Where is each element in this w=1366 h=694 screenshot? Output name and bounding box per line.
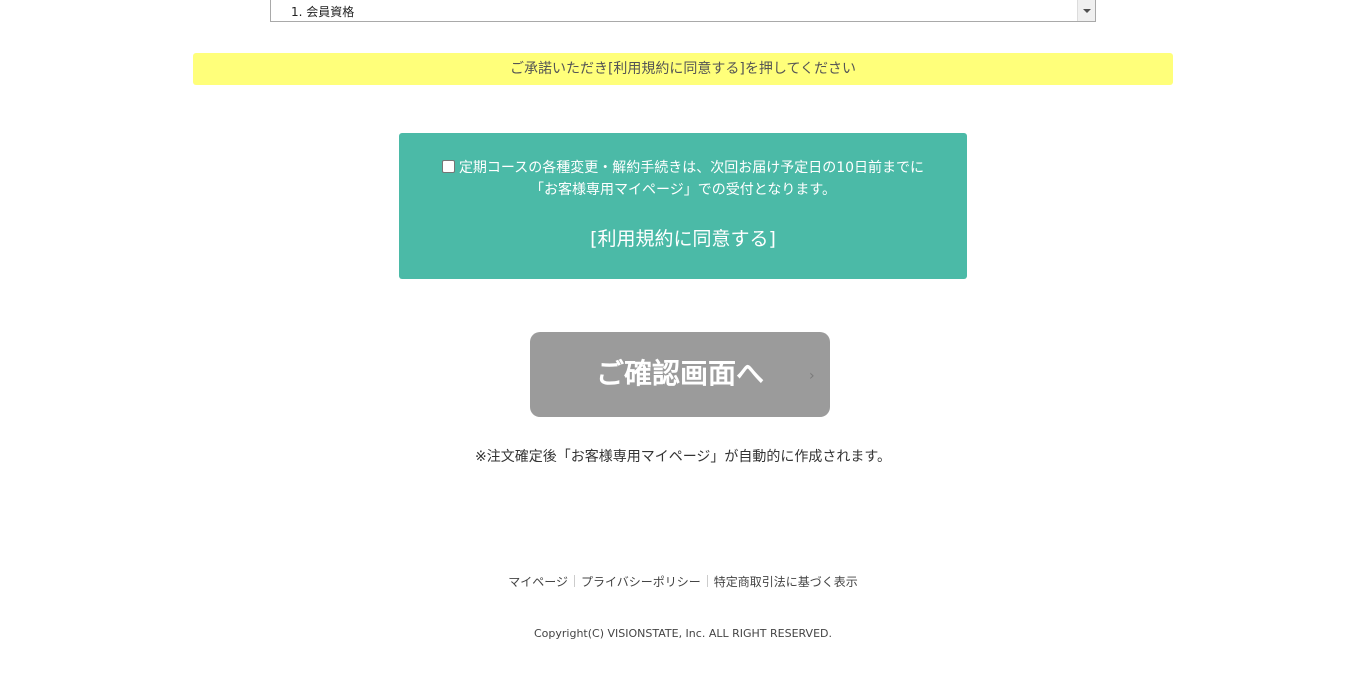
footer-divider <box>706 575 708 587</box>
scroll-down-arrow-icon[interactable] <box>1083 9 1091 13</box>
confirm-button-label: ご確認画面へ <box>595 357 764 390</box>
confirm-button[interactable]: ご確認画面へ › <box>530 332 830 417</box>
agree-text-1: 定期コースの各種変更・解約手続きは、次回お届け予定日の10日前までに <box>458 160 925 176</box>
chevron-right-icon: › <box>809 368 815 384</box>
footer-link-privacy[interactable]: プライバシーポリシー <box>581 575 701 589</box>
footer-link-mypage[interactable]: マイページ <box>508 575 568 589</box>
terms-scrollbar[interactable] <box>1077 0 1095 21</box>
agree-checkbox[interactable] <box>441 160 455 173</box>
footer-divider <box>573 575 575 587</box>
page: 1. 会員資格 ご承諾いただき[利用規約に同意する]を押してください 定期コース… <box>0 0 1366 694</box>
agree-panel: 定期コースの各種変更・解約手続きは、次回お届け予定日の10日前までに 「お客様専… <box>399 133 967 279</box>
agree-text-line-1: 定期コースの各種変更・解約手続きは、次回お届け予定日の10日前までに <box>399 158 967 178</box>
agree-terms-link[interactable]: [利用規約に同意する] <box>399 226 967 252</box>
copyright: Copyright(C) VISIONSTATE, Inc. ALL RIGHT… <box>533 627 832 640</box>
terms-text: 1. 会員資格 <box>291 5 355 19</box>
agree-notice: ご承諾いただき[利用規約に同意する]を押してください <box>193 53 1173 85</box>
footer-link-tokushoho[interactable]: 特定商取引法に基づく表示 <box>714 575 858 589</box>
footer-links: マイページ プライバシーポリシー 特定商取引法に基づく表示 <box>0 573 1366 591</box>
terms-scroll-box[interactable]: 1. 会員資格 <box>270 0 1096 22</box>
mypage-note: ※注文確定後「お客様専用マイページ」が自動的に作成されます。 <box>474 449 892 465</box>
agree-text-line-2: 「お客様専用マイページ」での受付となります。 <box>530 182 836 198</box>
